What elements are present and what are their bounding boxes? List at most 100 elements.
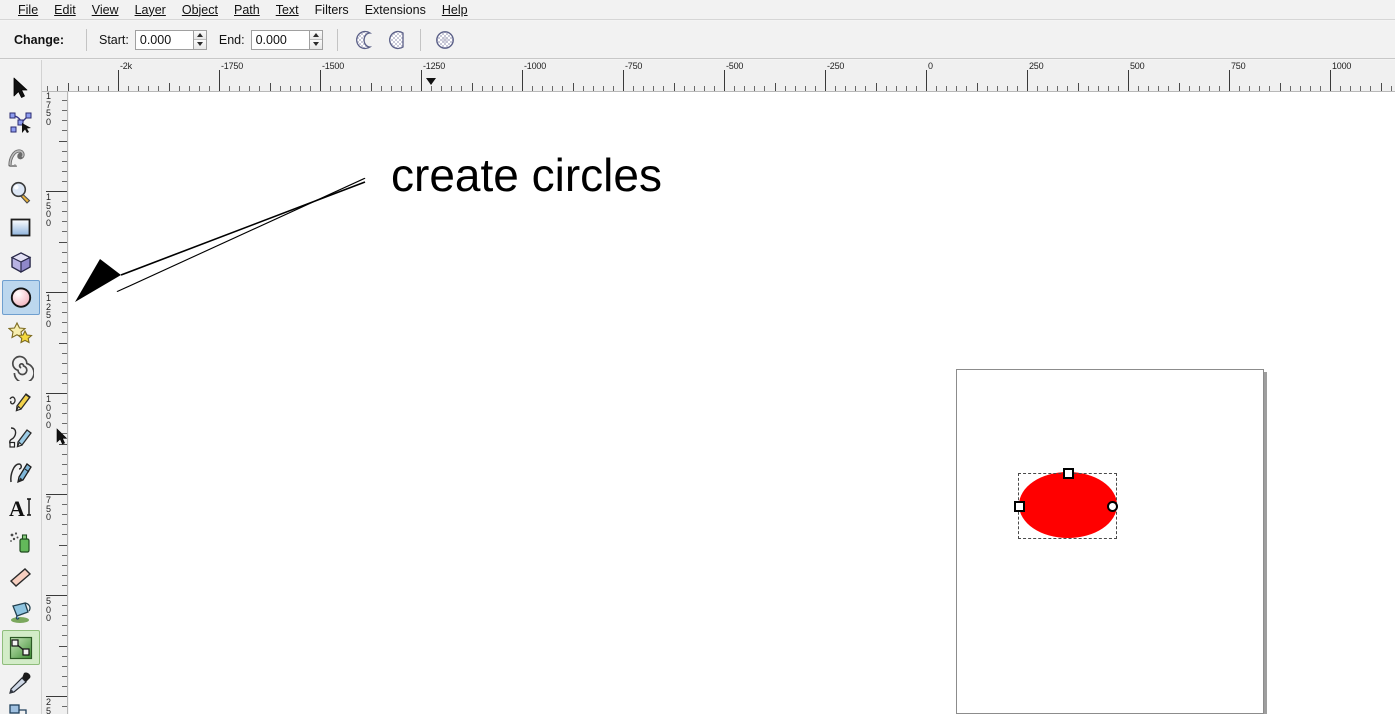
ruler-minor-tick (1057, 86, 1058, 91)
menu-edit[interactable]: Edit (46, 1, 84, 19)
sidebar-item-bezier-tool[interactable] (2, 420, 40, 455)
ruler-minor-tick (1148, 86, 1149, 91)
ruler-label: -1500 (322, 61, 345, 71)
sidebar-item-zoom-tool[interactable] (2, 175, 40, 210)
sidebar-item-spiral-tool[interactable] (2, 350, 40, 385)
sidebar-item-node-tool[interactable] (2, 105, 40, 140)
ruler-label: 750 (45, 495, 51, 522)
ruler-minor-tick (1047, 86, 1048, 91)
end-spin-buttons[interactable] (308, 29, 323, 50)
ellipse-tool-controls-bar: Change: Start: 0.000 End: 0.000 (0, 21, 1395, 59)
magnifier-icon (10, 181, 31, 204)
ruler-minor-tick (62, 403, 67, 404)
chevron-up-icon (312, 32, 319, 37)
ruler-label: 500 (45, 596, 51, 623)
sidebar-item-paintbucket-tool[interactable] (2, 595, 40, 630)
ruler-minor-tick (1037, 86, 1038, 91)
menu-help-label: Help (441, 2, 468, 17)
ellipse-arc-handle-right[interactable] (1107, 501, 1118, 512)
ruler-minor-tick (552, 86, 553, 91)
ruler-minor-tick (62, 474, 67, 475)
ruler-minor-tick (1350, 86, 1351, 91)
menu-text[interactable]: Text (268, 1, 307, 19)
start-increment-button[interactable] (193, 30, 206, 40)
menu-object[interactable]: Object (174, 1, 226, 19)
start-decrement-button[interactable] (193, 40, 206, 49)
start-spinner[interactable]: 0.000 (134, 29, 207, 50)
ruler-minor-tick (62, 575, 67, 576)
sidebar-item-box3d-tool[interactable] (2, 245, 40, 280)
ruler-minor-tick (785, 86, 786, 91)
ruler-major-tick (1229, 70, 1230, 91)
start-input[interactable]: 0.000 (134, 29, 193, 50)
ruler-pointer-marker (426, 78, 436, 85)
sidebar-item-connector-tool[interactable] (2, 700, 40, 714)
sidebar-item-pencil-tool[interactable] (2, 385, 40, 420)
sidebar-item-tweak-tool[interactable] (2, 140, 40, 175)
sidebar-item-ellipse-tool[interactable] (2, 280, 40, 315)
ruler-minor-tick (62, 686, 67, 687)
ruler-label: 250 (1029, 61, 1044, 71)
dropper-icon (9, 671, 31, 694)
ellipse-radius-handle-top[interactable] (1063, 468, 1074, 479)
menu-path-label: Path (234, 2, 260, 17)
sidebar-item-selector-tool[interactable] (2, 70, 40, 105)
ruler-minor-tick (62, 454, 67, 455)
ruler-minor-tick (542, 86, 543, 91)
ellipse-radius-handle-left[interactable] (1014, 501, 1025, 512)
whole-ellipse-button[interactable] (431, 27, 459, 53)
menu-help[interactable]: Help (434, 1, 476, 19)
sidebar-item-star-tool[interactable] (2, 315, 40, 350)
chevron-up-icon (196, 32, 203, 37)
ruler-label: -1000 (524, 61, 547, 71)
menu-filters[interactable]: Filters (307, 1, 357, 19)
menu-path[interactable]: Path (226, 1, 268, 19)
menu-file[interactable]: File (10, 1, 46, 19)
ruler-minor-tick (916, 86, 917, 91)
sidebar-item-dropper-tool[interactable] (2, 665, 40, 700)
ruler-minor-tick (62, 252, 67, 253)
ruler-minor-tick (290, 86, 291, 91)
sidebar-item-gradient-tool[interactable] (2, 630, 40, 665)
drawing-canvas[interactable]: create circles (69, 92, 1395, 714)
ruler-minor-tick (360, 86, 361, 91)
ruler-minor-tick (59, 141, 67, 142)
start-spin-buttons[interactable] (192, 29, 207, 50)
ruler-minor-tick (1340, 86, 1341, 91)
ruler-minor-tick (1280, 83, 1281, 91)
sidebar-item-eraser-tool[interactable] (2, 560, 40, 595)
ruler-minor-tick (1391, 86, 1392, 91)
ruler-minor-tick (1239, 86, 1240, 91)
menu-layer-label: Layer (134, 2, 166, 17)
selector-arrow-icon (13, 77, 28, 98)
ruler-minor-tick (674, 83, 675, 91)
end-input[interactable]: 0.000 (250, 29, 309, 50)
ruler-minor-tick (59, 545, 67, 546)
ruler-label: 1250 (45, 293, 51, 329)
arc-slice-mode-button[interactable] (382, 27, 410, 53)
menu-layer[interactable]: Layer (127, 1, 174, 19)
ruler-minor-tick (744, 86, 745, 91)
sidebar-item-spray-tool[interactable] (2, 525, 40, 560)
end-spinner[interactable]: 0.000 (250, 29, 323, 50)
sidebar-item-text-tool[interactable]: A (2, 490, 40, 525)
menu-extensions[interactable]: Extensions (357, 1, 434, 19)
ruler-minor-tick (62, 322, 67, 323)
ruler-minor-tick (401, 86, 402, 91)
ruler-label: -2k (120, 61, 132, 71)
ruler-minor-tick (62, 676, 67, 677)
ruler-minor-tick (62, 615, 67, 616)
whole-ellipse-icon (435, 30, 454, 49)
ruler-minor-tick (502, 86, 503, 91)
vertical-ruler[interactable]: 1750 1500 1250 1000 750 500 250 (42, 92, 68, 714)
ruler-minor-tick (350, 86, 351, 91)
end-decrement-button[interactable] (309, 40, 322, 49)
horizontal-ruler[interactable]: -2k -1750 -1500 -1250 -1000 -750 -500 -250 0 250 5… (42, 60, 1395, 92)
sidebar-item-calligraphy-tool[interactable] (2, 455, 40, 490)
end-increment-button[interactable] (309, 30, 322, 40)
arc-open-mode-button[interactable] (350, 27, 378, 53)
sidebar-item-rectangle-tool[interactable] (2, 210, 40, 245)
ruler-minor-tick (795, 86, 796, 91)
menu-view[interactable]: View (84, 1, 127, 19)
menu-bar: File Edit View Layer Object Path Text Fi… (0, 0, 1395, 20)
